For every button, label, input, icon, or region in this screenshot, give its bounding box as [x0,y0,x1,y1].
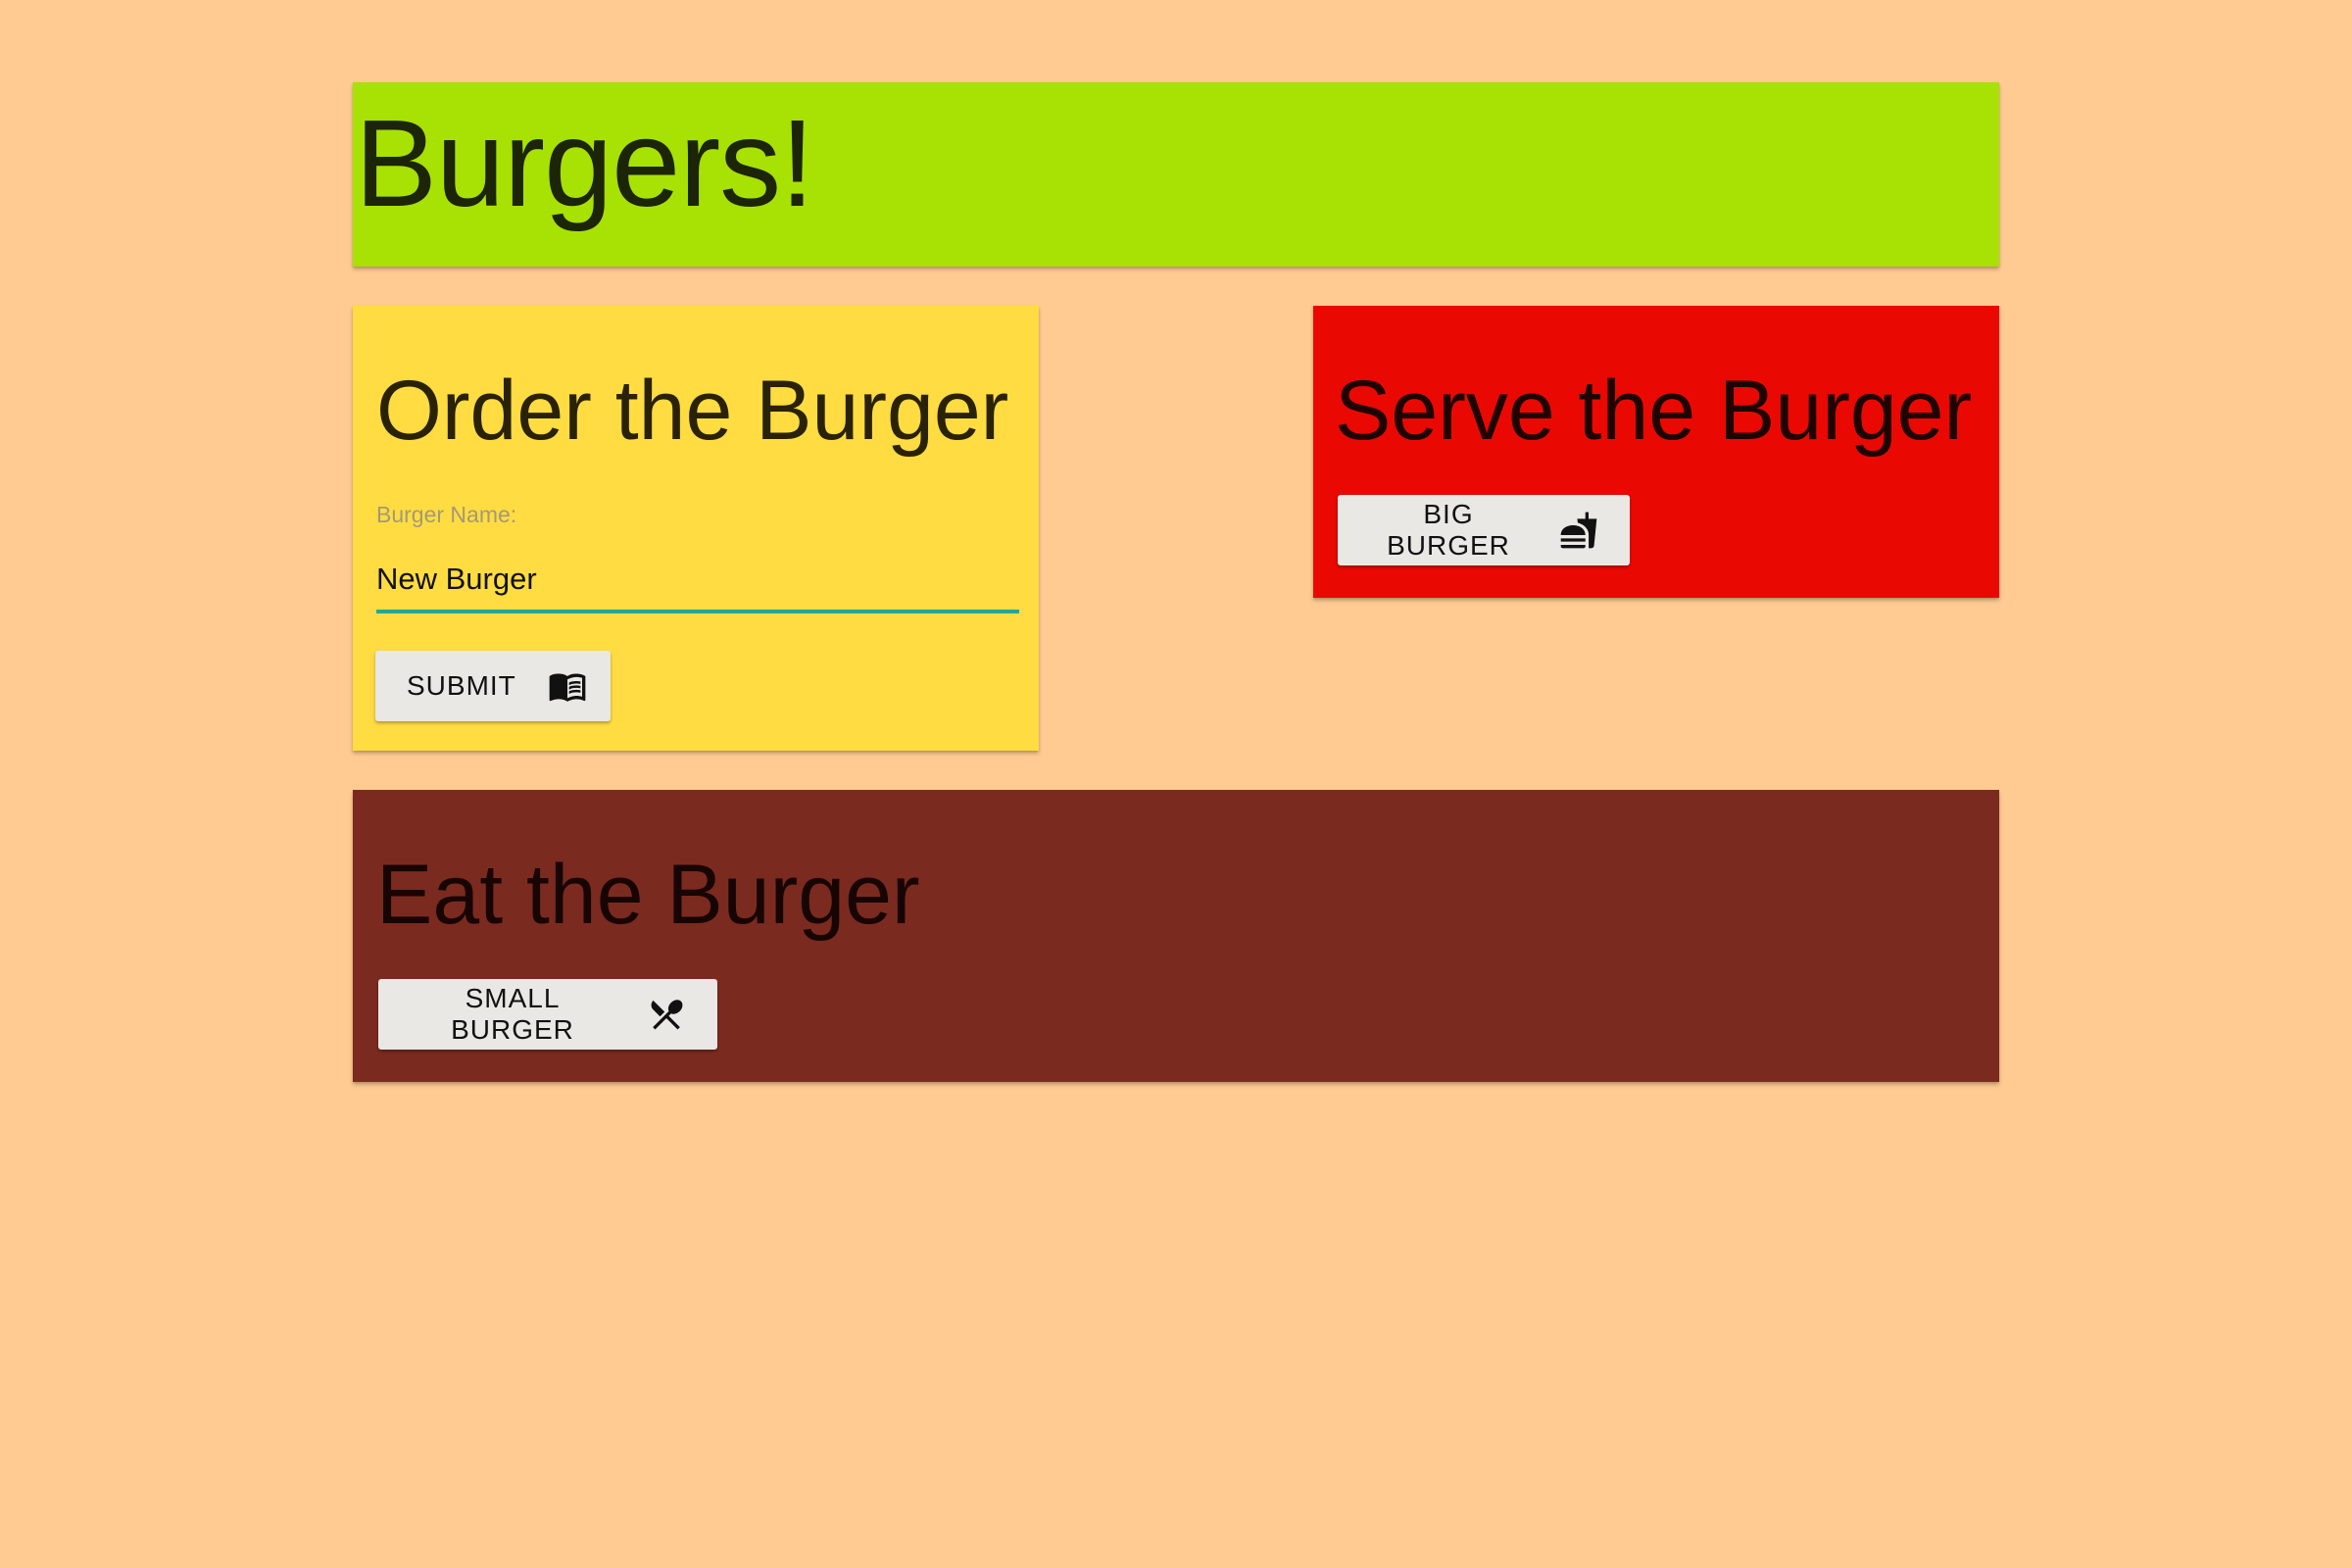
page-title: Burgers! [355,94,814,232]
big-burger-button-label: BIG BURGER [1387,499,1510,561]
utensils-icon [647,995,686,1034]
submit-button[interactable]: SUBMIT [375,651,611,721]
small-burger-button-label: SMALL BURGER [451,983,574,1045]
menu-book-icon [548,666,587,706]
order-burger-card: Order the Burger Burger Name: SUBMIT [353,306,1039,751]
burger-name-input[interactable] [376,549,1019,613]
serve-burger-card: Serve the Burger BIG BURGER [1313,306,1999,598]
eat-card-title: Eat the Burger [376,848,920,942]
fastfood-icon [1559,511,1598,550]
order-card-title: Order the Burger [376,364,1009,458]
serve-card-title: Serve the Burger [1335,364,1973,458]
submit-button-label: SUBMIT [407,670,516,701]
big-burger-button[interactable]: BIG BURGER [1338,495,1630,565]
burger-name-label: Burger Name: [376,502,517,527]
eat-burger-card: Eat the Burger SMALL BURGER [353,790,1999,1082]
header-banner: Burgers! [353,82,1999,267]
small-burger-button[interactable]: SMALL BURGER [378,979,717,1050]
